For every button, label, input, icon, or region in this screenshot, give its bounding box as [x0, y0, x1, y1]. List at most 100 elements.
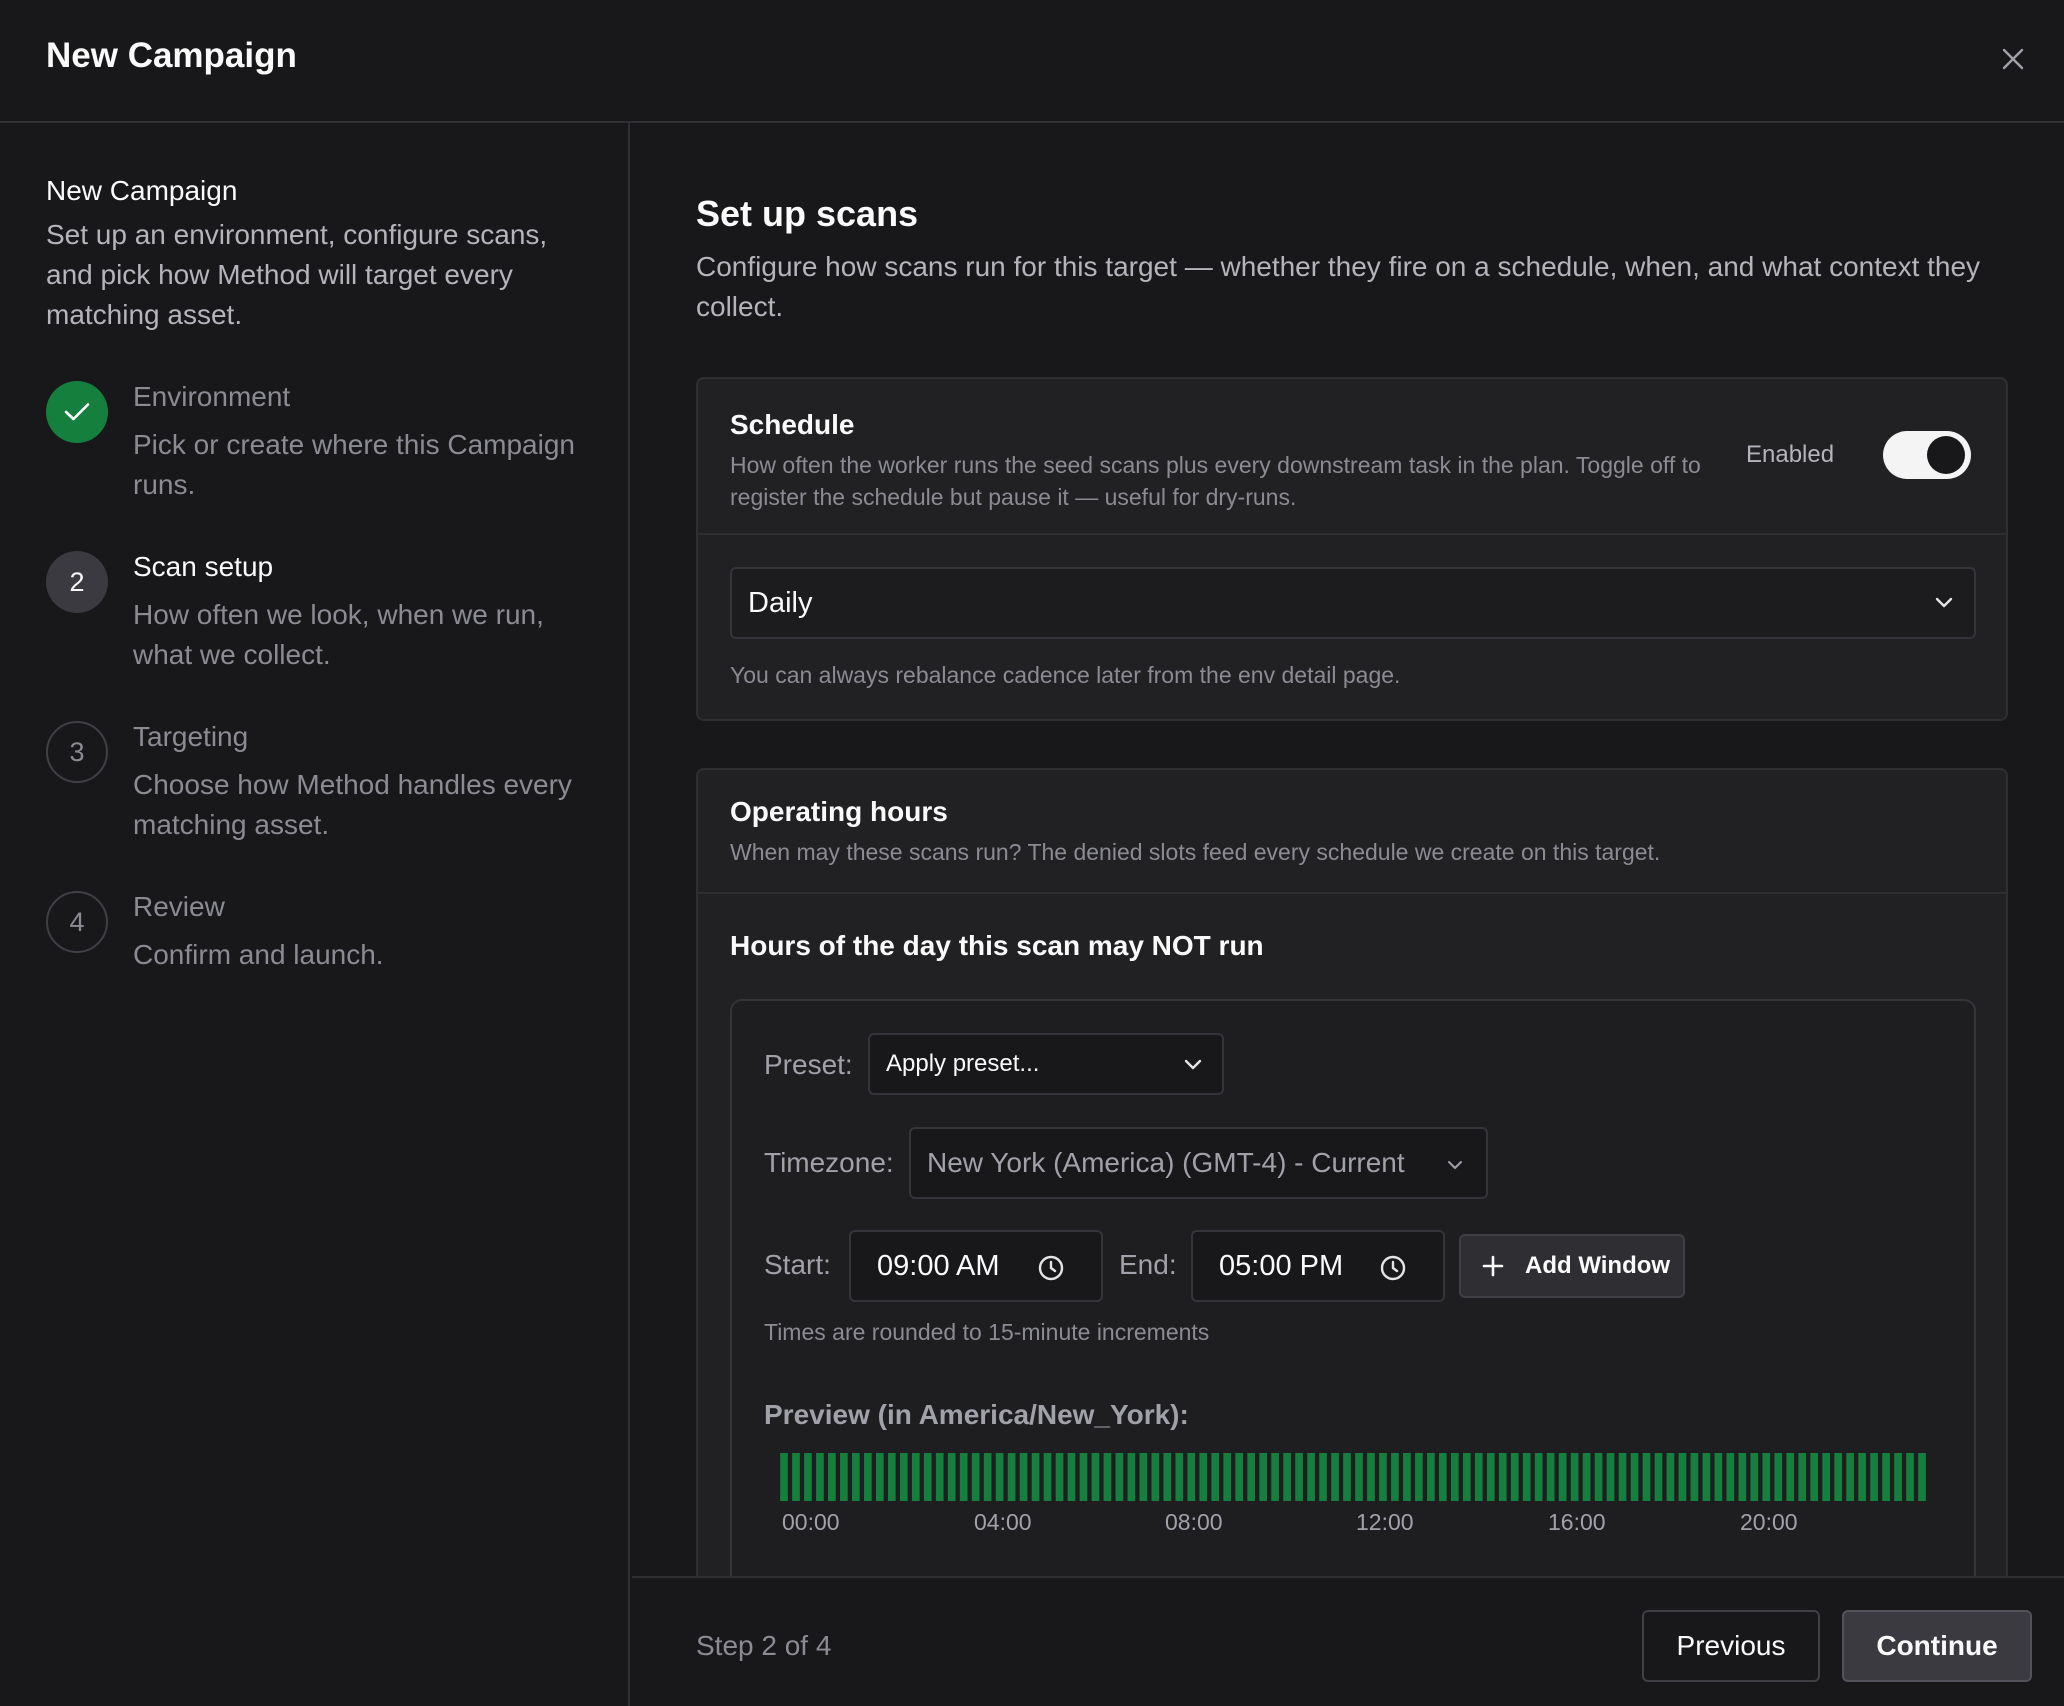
preview-slot — [1319, 1453, 1327, 1501]
step-title: Review — [133, 891, 225, 922]
plus-icon — [1482, 1255, 1504, 1277]
frequency-select[interactable]: Daily — [730, 567, 1976, 639]
preview-slot — [1115, 1453, 1124, 1501]
preview-slot — [911, 1453, 920, 1501]
end-time-input[interactable]: 05:00 PM — [1191, 1230, 1445, 1302]
preview-slot — [1582, 1453, 1591, 1501]
schedule-card: Schedule How often the worker runs the s… — [696, 377, 2008, 721]
preview-slot — [971, 1453, 980, 1501]
preview-slot — [1427, 1453, 1435, 1501]
preview-slot — [1510, 1453, 1519, 1501]
preview-slot — [1175, 1453, 1184, 1501]
previous-button[interactable]: Previous — [1642, 1610, 1820, 1682]
preview-slot — [875, 1453, 884, 1501]
continue-button[interactable]: Continue — [1842, 1610, 2032, 1682]
step-number: 4 — [46, 891, 108, 953]
preview-slot — [1606, 1453, 1615, 1501]
preview-slot — [816, 1453, 824, 1501]
preview-slot — [1522, 1453, 1531, 1501]
end-time-value: 05:00 PM — [1219, 1249, 1344, 1282]
wizard-sidebar: New Campaign Set up an environment, conf… — [0, 123, 630, 1706]
preview-slot — [1822, 1453, 1831, 1501]
rounding-hint: Times are rounded to 15-minute increment… — [764, 1319, 1210, 1345]
frequency-value: Daily — [748, 586, 813, 619]
step-number: 2 — [46, 551, 108, 613]
preset-value: Apply preset... — [886, 1050, 1040, 1077]
preview-slot — [1247, 1453, 1256, 1501]
divider — [698, 892, 2006, 894]
schedule-enabled-toggle[interactable] — [1883, 431, 1971, 479]
preview-slot — [1211, 1453, 1220, 1501]
preview-slot — [1151, 1453, 1160, 1501]
close-icon — [2002, 48, 2024, 70]
preview-slot — [864, 1453, 872, 1501]
preview-slot — [1558, 1453, 1567, 1501]
preset-select[interactable]: Apply preset... — [868, 1033, 1224, 1095]
preview-tick-label: 00:00 — [782, 1509, 840, 1535]
preview-slot — [828, 1453, 836, 1501]
start-time-input[interactable]: 09:00 AM — [849, 1230, 1103, 1302]
preview-slot — [1750, 1453, 1759, 1501]
preview-slot — [1618, 1453, 1627, 1501]
preview-slot — [887, 1453, 896, 1501]
preview-slot — [1894, 1453, 1902, 1501]
preview-slot — [1594, 1453, 1603, 1501]
preview-slot — [1714, 1453, 1723, 1501]
preview-slot — [1139, 1453, 1148, 1501]
preview-slot — [1906, 1453, 1914, 1501]
preview-slot — [1498, 1453, 1507, 1501]
preview-slot — [1055, 1453, 1064, 1501]
operating-hours-card: Operating hours When may these scans run… — [696, 768, 2008, 1576]
preview-slot — [1462, 1453, 1471, 1501]
preview-slot — [1223, 1453, 1232, 1501]
step-description: Pick or create where this Campaign runs. — [133, 429, 575, 500]
preview-slot — [1846, 1453, 1854, 1501]
start-label: Start: — [764, 1249, 831, 1280]
main-content[interactable]: Set up scans Configure how scans run for… — [632, 123, 2064, 1576]
preview-slot — [1810, 1453, 1819, 1501]
preview-slot — [1474, 1453, 1483, 1501]
preview-slot — [1295, 1453, 1303, 1501]
frequency-hint: You can always rebalance cadence later f… — [730, 662, 1401, 688]
preview-tick-label: 20:00 — [1740, 1509, 1798, 1535]
preview-slot — [1403, 1453, 1411, 1501]
add-window-button[interactable]: Add Window — [1459, 1234, 1685, 1298]
blackout-section-title: Hours of the day this scan may NOT run — [730, 930, 1264, 961]
preview-slot — [1271, 1453, 1279, 1501]
sidebar-title: New Campaign — [46, 175, 238, 206]
preview-slot — [1534, 1453, 1543, 1501]
preview-slot — [1103, 1453, 1112, 1501]
toggle-knob — [1927, 436, 1965, 474]
step-title: Environment — [133, 381, 291, 412]
start-time-value: 09:00 AM — [877, 1249, 1000, 1282]
preview-slot — [1031, 1453, 1040, 1501]
preview-slot — [1259, 1453, 1267, 1501]
preset-label: Preset: — [764, 1049, 853, 1080]
preview-slot — [1355, 1453, 1363, 1501]
preview-slot — [1439, 1453, 1447, 1501]
preview-slot — [1786, 1453, 1795, 1501]
preview-slot — [935, 1453, 944, 1501]
preview-slot — [1235, 1453, 1244, 1501]
blackout-editor: Preset: Apply preset... Timezone: New Yo… — [730, 999, 1976, 1576]
preview-slot — [1762, 1453, 1771, 1501]
preview-slot — [1343, 1453, 1351, 1501]
chevron-down-icon — [1184, 1059, 1202, 1070]
preview-slot — [1007, 1453, 1016, 1501]
preview-slot — [1642, 1453, 1651, 1501]
preview-tick-label: 04:00 — [974, 1509, 1032, 1535]
end-label: End: — [1119, 1249, 1177, 1280]
close-button[interactable] — [1994, 40, 2032, 78]
preview-slot — [1415, 1453, 1423, 1501]
preview-slot — [1283, 1453, 1291, 1501]
preview-tick-label: 08:00 — [1165, 1509, 1223, 1535]
sidebar-description: Set up an environment, configure scans, … — [46, 219, 548, 330]
preview-title: Preview (in America/New_York): — [764, 1399, 1189, 1430]
step-number: 3 — [46, 721, 108, 783]
preview-slot — [1079, 1453, 1088, 1501]
preview-slot — [1391, 1453, 1399, 1501]
timezone-select[interactable]: New York (America) (GMT-4) - Current — [909, 1127, 1488, 1199]
preview-slot — [1546, 1453, 1555, 1501]
step-indicator: Step 2 of 4 — [696, 1630, 832, 1661]
preview-slot — [1726, 1453, 1735, 1501]
